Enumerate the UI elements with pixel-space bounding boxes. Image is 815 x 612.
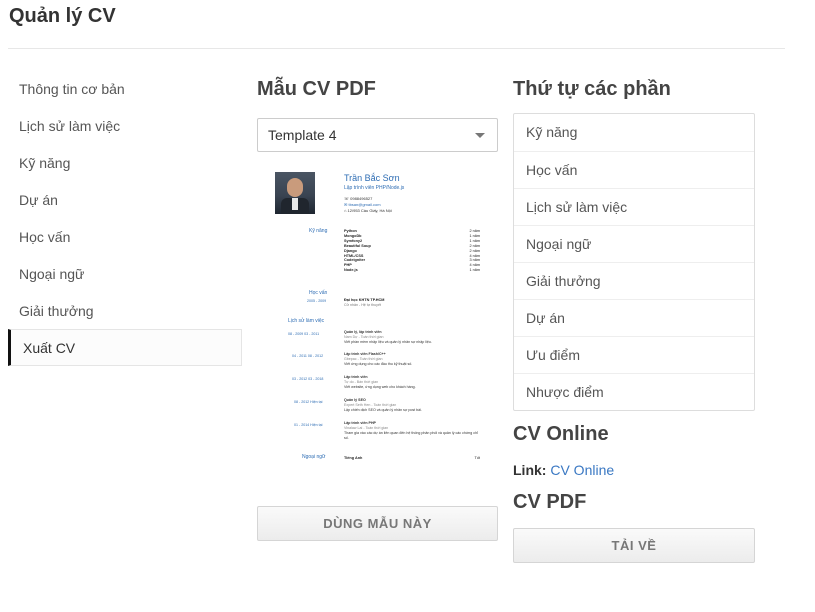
template-select[interactable]: Template 4 (257, 118, 498, 152)
cv-skill-row: Node.js 1 năm (344, 268, 480, 273)
cv-job-title: Lập trình viên PHP/Node.js (344, 185, 405, 191)
cv-education-detail: Cử nhân - Hệ tự thuyết (344, 303, 381, 307)
cv-skills-list: Python 2 năm MongoDb 1 năm Symfony2 1 năm B… (344, 229, 480, 273)
section-order-item-education[interactable]: Học vấn (514, 151, 754, 188)
sidebar-item-languages[interactable]: Ngoại ngữ (8, 255, 242, 292)
cv-work-period: 08 - 2009 03 - 2011 (288, 332, 320, 336)
section-order-item-awards[interactable]: Giải thưởng (514, 262, 754, 299)
cv-email: ✉ tbsan@gmail.com (344, 202, 381, 207)
sidebar-item-awards[interactable]: Giải thưởng (8, 292, 242, 329)
download-pdf-button[interactable]: TẢI VỀ (513, 528, 755, 563)
cv-online-link-label: Link: (513, 462, 547, 478)
use-template-button[interactable]: DÙNG MẪU NÀY (257, 506, 498, 541)
cv-education-period: 2005 - 2009 (307, 299, 327, 303)
cv-photo (275, 172, 315, 214)
cv-work-entry: Lập trình viên Flash/C++ Gbepac - Toàn th… (344, 352, 413, 366)
section-order-heading: Thứ tự các phần (513, 78, 671, 100)
cv-work-period: 04 - 2011 08 - 2012 (292, 354, 324, 358)
pdf-template-heading: Mẫu CV PDF (257, 78, 376, 100)
section-order-item-languages[interactable]: Ngoại ngữ (514, 225, 754, 262)
chevron-down-icon (475, 133, 485, 138)
cv-online-link[interactable]: CV Online (550, 462, 614, 478)
section-order-item-work-history[interactable]: Lịch sử làm việc (514, 188, 754, 225)
cv-work-period: 08 - 2012 Hiện tại (294, 400, 323, 404)
cv-online-link-line: Link: CV Online (513, 462, 755, 478)
cv-phone: ☏ 0988496527 (344, 196, 373, 201)
cv-name: Trần Bắc Sơn (344, 173, 400, 183)
section-order-item-strengths[interactable]: Ưu điểm (514, 336, 754, 373)
cv-skills-heading: Kỹ năng (309, 228, 328, 234)
header-divider (8, 48, 785, 49)
section-order-panel: Thứ tự các phần Kỹ năng Học vấn Lịch sử … (513, 78, 755, 563)
cv-work-period: 03 - 2012 03 - 2018 (292, 377, 324, 381)
cv-work-entry: Lập trình viên PHP Vinalaw Lai - Toàn thờ… (344, 421, 478, 440)
page-title: Quản lý CV (9, 5, 116, 27)
template-select-value: Template 4 (268, 127, 337, 143)
cv-work-heading: Lịch sử làm việc (288, 318, 325, 324)
sidebar-item-projects[interactable]: Dự án (8, 181, 242, 218)
sidebar-item-basic-info[interactable]: Thông tin cơ bản (8, 70, 242, 107)
section-order-item-weaknesses[interactable]: Nhược điểm (514, 373, 754, 410)
cv-education-school: Đại học KHTN TP.HCM (344, 298, 385, 302)
cv-online-heading: CV Online (513, 423, 609, 445)
section-order-item-skills[interactable]: Kỹ năng (514, 114, 754, 151)
section-order-list: Kỹ năng Học vấn Lịch sử làm việc Ngoại n… (513, 113, 755, 411)
sidebar-nav: Thông tin cơ bản Lịch sử làm việc Kỹ năn… (8, 70, 242, 366)
sidebar-item-export-cv[interactable]: Xuất CV (8, 329, 242, 366)
sidebar-item-work-history[interactable]: Lịch sử làm việc (8, 107, 242, 144)
cv-pdf-heading: CV PDF (513, 491, 587, 513)
cv-address: ⌂ 12/953 Cầu Giấy, Hà Nội (344, 208, 392, 213)
cv-work-entry: Quản lý, lập trình viên Nam Dự - Toàn thờ… (344, 330, 432, 344)
cv-work-entry: Lập trình viên Tự do - Bán thời gian Viết … (344, 375, 416, 389)
cv-work-entry: Quản lý SEO Expert Seth Hen - Toàn thời g… (344, 398, 422, 412)
section-order-item-projects[interactable]: Dự án (514, 299, 754, 336)
pdf-template-panel: Mẫu CV PDF Template 4 Trần Bắc Sơn Lập t… (257, 78, 498, 541)
sidebar-item-skills[interactable]: Kỹ năng (8, 144, 242, 181)
sidebar-item-education[interactable]: Học vấn (8, 218, 242, 255)
cv-education-heading: Học vấn (309, 290, 328, 296)
cv-language-row: Tiếng Anh Tốt (344, 456, 480, 460)
cv-work-period: 01 - 2014 Hiện tại (294, 423, 323, 427)
cv-language-heading: Ngoại ngữ (302, 454, 326, 460)
cv-preview: Trần Bắc Sơn Lập trình viên PHP/Node.js … (257, 168, 498, 487)
